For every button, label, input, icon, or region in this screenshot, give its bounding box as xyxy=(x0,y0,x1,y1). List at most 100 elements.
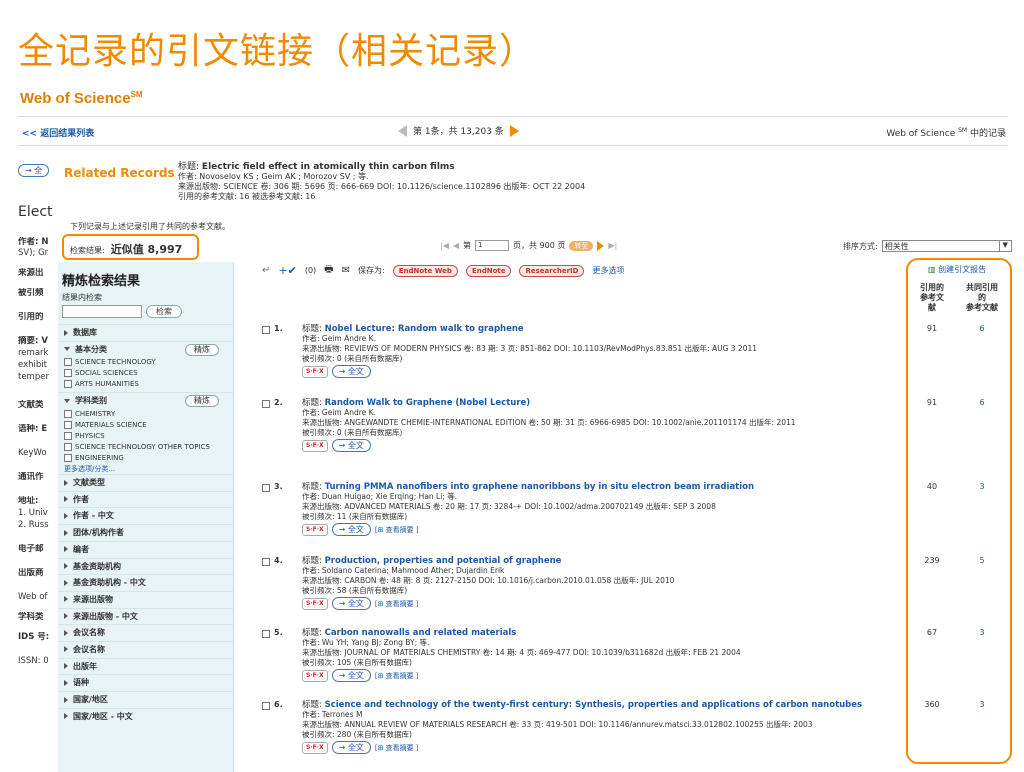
record-checkbox[interactable] xyxy=(262,483,270,492)
facet-item[interactable]: 作者 - 中文 xyxy=(58,507,233,524)
create-citation-report-link[interactable]: ▥ 创建引文报告 xyxy=(928,264,986,275)
record-checkbox[interactable] xyxy=(262,325,270,334)
facet-option[interactable]: SCIENCE TECHNOLOGY OTHER TOPICS xyxy=(58,442,233,453)
record-source: 来源出版物: ANNUAL REVIEW OF MATERIALS RESEAR… xyxy=(302,720,813,729)
record-title-link[interactable]: Science and technology of the twenty-fir… xyxy=(325,700,863,710)
email-icon[interactable]: ✉ xyxy=(342,265,350,276)
facet-subject[interactable]: 学科类别 精炼 xyxy=(58,392,233,409)
checkbox[interactable] xyxy=(64,410,72,419)
checkbox[interactable] xyxy=(64,380,72,389)
record-title-link[interactable]: Random Walk to Graphene (Nobel Lecture) xyxy=(325,398,531,408)
view-abstract-link[interactable]: [⊞ 查看摘要 ] xyxy=(375,671,419,681)
full-text-button[interactable]: → 全文 xyxy=(331,365,371,378)
col-h2-line1: 共同引用 xyxy=(966,283,998,292)
facet-item[interactable]: 会议名称 xyxy=(58,624,233,641)
facet-item[interactable]: 国家/地区 xyxy=(58,691,233,708)
checkbox[interactable] xyxy=(64,454,72,463)
record-checkbox[interactable] xyxy=(262,557,270,566)
full-text-button[interactable]: → 全文 xyxy=(331,741,371,754)
view-abstract-link[interactable]: [⊞ 查看摘要 ] xyxy=(375,525,419,535)
full-text-button[interactable]: → 全文 xyxy=(331,669,371,682)
search-within-button[interactable]: 检索 xyxy=(146,305,182,318)
behind-fulltext-button[interactable]: → 全 xyxy=(18,164,50,177)
full-text-button[interactable]: → 全文 xyxy=(331,523,371,536)
view-abstract-link[interactable]: [⊞ 查看摘要 ] xyxy=(375,599,419,609)
refine-button[interactable]: 精炼 xyxy=(185,395,219,408)
full-text-button[interactable]: → 全文 xyxy=(331,439,371,452)
more-options-button[interactable]: 更多选项 xyxy=(592,265,624,276)
facet-option[interactable]: SOCIAL SCIENCES xyxy=(58,368,233,379)
record-checkbox[interactable] xyxy=(262,701,270,710)
print-icon[interactable]: 🖶 xyxy=(324,262,333,279)
shared-refs-count[interactable]: 3 xyxy=(962,482,1002,491)
sfx-button[interactable]: S·F·X xyxy=(302,741,328,754)
record-title-link[interactable]: Nobel Lecture: Random walk to graphene xyxy=(325,324,524,334)
checkbox[interactable] xyxy=(64,443,72,452)
facet-item[interactable]: 来源出版物 xyxy=(58,590,233,608)
checkbox[interactable] xyxy=(64,432,72,441)
facet-option[interactable]: ARTS HUMANITIES xyxy=(58,379,233,390)
facet-option[interactable]: PHYSICS xyxy=(58,431,233,442)
search-within-input[interactable] xyxy=(62,305,142,318)
endnote-web-button[interactable]: EndNote Web xyxy=(392,264,458,277)
sfx-button[interactable]: S·F·X xyxy=(302,523,328,536)
record-title-link[interactable]: Carbon nanowalls and related materials xyxy=(325,628,517,638)
more-options-link[interactable]: 更多选项/分类... xyxy=(58,464,233,474)
sfx-button[interactable]: S·F·X xyxy=(302,669,328,682)
record-checkbox[interactable] xyxy=(262,399,270,408)
wos-brand: Web of ScienceSM xyxy=(20,90,143,107)
facet-item[interactable]: 作者 xyxy=(58,490,233,508)
facet-item[interactable]: 出版年 xyxy=(58,657,233,675)
checkbox[interactable] xyxy=(64,369,72,378)
sfx-button[interactable]: S·F·X xyxy=(302,439,328,452)
marked-list-icon[interactable]: +✔ xyxy=(278,264,296,277)
facet-item[interactable]: 语种 xyxy=(58,674,233,691)
prev-record-icon[interactable] xyxy=(398,124,407,137)
facet-item[interactable]: 文献类型 xyxy=(58,474,233,491)
record-checkbox[interactable] xyxy=(262,629,270,638)
facet-item[interactable]: 基金资助机构 - 中文 xyxy=(58,574,233,591)
back-to-results-link[interactable]: << 返回结果列表 xyxy=(22,126,94,139)
view-abstract-link[interactable]: [⊞ 查看摘要 ] xyxy=(375,743,419,753)
facet-item[interactable]: 基金资助机构 xyxy=(58,557,233,575)
researcherid-button[interactable]: ResearcherID xyxy=(519,264,585,277)
facet-item[interactable]: 国家/地区 - 中文 xyxy=(58,707,233,725)
last-page-icon[interactable]: ▶| xyxy=(608,241,617,250)
endnote-button[interactable]: EndNote xyxy=(465,264,512,277)
facet-item[interactable]: 团体/机构作者 xyxy=(58,524,233,541)
sort-select[interactable]: 相关性 ▼ xyxy=(881,240,1012,252)
facet-option[interactable]: ENGINEERING xyxy=(58,453,233,464)
cited-refs-count: 91 xyxy=(926,324,938,333)
facet-option[interactable]: SCIENCE TECHNOLOGY xyxy=(58,357,233,368)
next-page-icon[interactable] xyxy=(597,240,605,251)
behind-fulltext-label[interactable]: → 全 xyxy=(18,164,50,177)
next-record-icon[interactable] xyxy=(509,124,519,137)
sfx-button[interactable]: S·F·X xyxy=(302,365,328,378)
facet-option[interactable]: MATERIALS SCIENCE xyxy=(58,420,233,431)
first-page-icon[interactable]: |◀ xyxy=(440,241,449,250)
facet-database[interactable]: 数据库 xyxy=(58,324,233,341)
shared-refs-count[interactable]: 6 xyxy=(962,324,1002,333)
record-source: 来源出版物: ADVANCED MATERIALS 卷: 20 期: 17 页:… xyxy=(302,502,716,511)
facet-item[interactable]: 编者 xyxy=(58,540,233,558)
record-title-link[interactable]: Turning PMMA nanofibers into graphene na… xyxy=(325,482,754,492)
shared-refs-count[interactable]: 3 xyxy=(962,628,1002,637)
shared-refs-count[interactable]: 5 xyxy=(962,556,1002,565)
page-number-input[interactable]: 1 xyxy=(475,240,510,251)
facet-basic-category[interactable]: 基本分类 精炼 xyxy=(58,340,233,358)
checkbox[interactable] xyxy=(64,421,72,430)
shared-refs-count[interactable]: 6 xyxy=(962,398,1002,407)
facet-item[interactable]: 会议名称 xyxy=(58,640,233,658)
refine-button[interactable]: 精炼 xyxy=(185,343,219,356)
facet-option[interactable]: CHEMISTRY xyxy=(58,409,233,420)
full-text-button[interactable]: → 全文 xyxy=(331,597,371,610)
prev-page-icon[interactable]: ◀ xyxy=(453,241,459,250)
go-to-page-button[interactable]: 转至 xyxy=(569,240,594,251)
record-title-link[interactable]: Production, properties and potential of … xyxy=(325,556,562,566)
shared-refs-count[interactable]: 3 xyxy=(962,700,1002,709)
facet-label: 来源出版物 xyxy=(73,594,113,604)
facet-item[interactable]: 来源出版物 - 中文 xyxy=(58,607,233,625)
checkbox[interactable] xyxy=(64,358,72,367)
sfx-button[interactable]: S·F·X xyxy=(302,597,328,610)
record-cited: 被引频次: 11 (来自所有数据库) xyxy=(302,512,408,521)
